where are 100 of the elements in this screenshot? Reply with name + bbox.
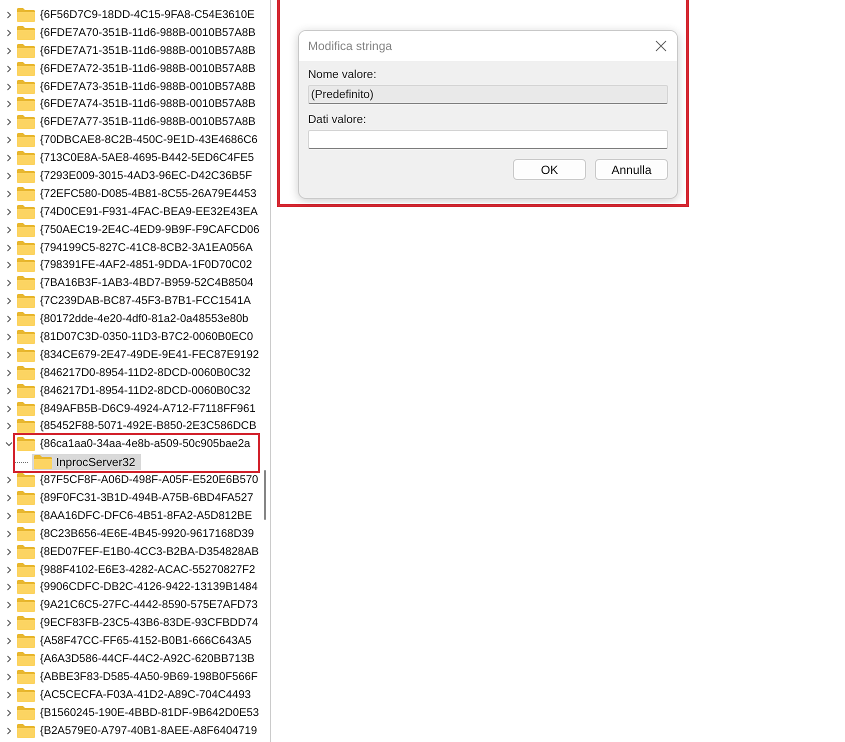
tree-item[interactable]: {A6A3D586-44CF-44C2-A92C-620BB713B [39, 653, 256, 665]
chevron-right-icon[interactable] [5, 512, 13, 520]
tree-item[interactable]: {81D07C3D-0350-11D3-B7C2-0060B0EC0 [39, 330, 254, 343]
tree-item[interactable]: {7293E009-3015-4AD3-96EC-D42C36B5F [39, 170, 254, 182]
tree-item[interactable]: {85452F88-5071-492E-B850-2E3C586DCB [39, 420, 258, 432]
chevron-right-icon[interactable] [5, 64, 13, 73]
chevron-right-icon[interactable] [5, 46, 13, 55]
chevron-right-icon[interactable] [5, 690, 13, 699]
chevron-right-icon[interactable] [5, 136, 13, 144]
tree-item[interactable]: {6FDE7A71-351B-11d6-988B-0010B57A8B [39, 44, 257, 57]
tree-item[interactable]: {6FDE7A77-351B-11d6-988B-0010B57A8B [39, 116, 257, 128]
tree-item[interactable]: {834CE679-2E47-49DE-9E41-FEC87E9192 [39, 348, 260, 361]
tree-item[interactable]: {74D0CE91-F931-4FAC-BEA9-EE32E43EA [39, 206, 259, 218]
chevron-right-icon[interactable] [5, 583, 13, 592]
tree-item[interactable]: {849AFB5B-D6C9-4924-A712-F7118FF961 [39, 402, 257, 415]
folder-icon [17, 724, 35, 738]
tree-item[interactable]: {86ca1aa0-34aa-4e8b-a509-50c905bae2a [39, 438, 252, 450]
chevron-right-icon[interactable] [5, 637, 13, 646]
chevron-right-icon[interactable] [5, 82, 13, 90]
tree-item[interactable]: {7BA16B3F-1AB3-4BD7-B959-52C4B8504 [39, 277, 254, 290]
chevron-right-icon[interactable] [5, 261, 13, 270]
dialog-button[interactable]: OK [513, 159, 586, 180]
folder-icon [17, 580, 35, 594]
chevron-right-icon[interactable] [5, 28, 13, 37]
tree-item[interactable]: {713C0E8A-5AE8-4695-B442-5ED6C4FE5 [39, 152, 255, 164]
tree-item[interactable]: {750AEC19-2E4C-4ED9-9B9F-F9CAFCD06 [39, 224, 260, 236]
tree-item[interactable]: {6FDE7A72-351B-11d6-988B-0010B57A8B [39, 62, 257, 75]
tree-item[interactable]: {8C23B656-4E6E-4B45-9920-9617168D39 [39, 528, 255, 540]
input-field[interactable] [308, 130, 668, 149]
chevron-right-icon[interactable] [5, 476, 13, 484]
chevron-right-icon[interactable] [5, 708, 13, 717]
chevron-right-icon[interactable] [5, 601, 13, 610]
chevron-right-icon[interactable] [5, 404, 13, 413]
tree-item[interactable]: {9ECF83FB-23C5-43B6-83DE-93CFBDD74 [39, 617, 260, 630]
chevron-right-icon[interactable] [5, 190, 13, 198]
tree-item[interactable]: {798391FE-4AF2-4851-9DDA-1F0D70C02 [39, 259, 254, 272]
chevron-right-icon[interactable] [5, 154, 13, 162]
tree-item[interactable]: {A58F47CC-FF65-4152-B0B1-666C643A5 [39, 635, 252, 648]
tree-item[interactable]: {9A21C6C5-27FC-4442-8590-575E7AFD73 [39, 599, 259, 612]
input-field[interactable]: (Predefinito) [308, 85, 668, 104]
tree-item[interactable]: {89F0FC31-3B1D-494B-A75B-6BD4FA527 [39, 492, 254, 504]
chevron-right-icon[interactable] [5, 368, 13, 377]
chevron-right-icon[interactable] [5, 566, 13, 574]
chevron-right-icon[interactable] [5, 172, 13, 180]
chevron-right-icon[interactable] [5, 672, 13, 681]
chevron-right-icon[interactable] [5, 315, 13, 324]
tree-item[interactable]: {846217D1-8954-11D2-8DCD-0060B0C32 [39, 384, 252, 397]
chevron-right-icon[interactable] [5, 548, 13, 556]
folder-icon [17, 508, 35, 523]
chevron-down-icon[interactable] [5, 440, 13, 448]
tree-item[interactable]: {70DBCAE8-8C2B-450C-9E1D-43E4686C6 [39, 134, 259, 146]
chevron-right-icon[interactable] [5, 279, 13, 288]
folder-icon [17, 294, 35, 308]
dialog-button[interactable]: Annulla [595, 159, 668, 180]
chevron-right-icon[interactable] [5, 332, 13, 341]
tree-item[interactable]: {846217D0-8954-11D2-8DCD-0060B0C32 [39, 366, 252, 379]
tree-item[interactable]: {6FDE7A70-351B-11d6-988B-0010B57A8B [39, 26, 257, 39]
chevron-right-icon[interactable] [5, 100, 13, 108]
chevron-right-icon[interactable] [5, 350, 13, 359]
tree-item[interactable]: {AC5CECFA-F03A-41D2-A89C-704C4493 [39, 688, 252, 701]
chevron-right-icon[interactable] [5, 208, 13, 216]
folder-icon [17, 419, 35, 434]
tree-item[interactable]: {7C239DAB-BC87-45F3-B7B1-FCC1541A [39, 295, 252, 308]
tree-item[interactable]: {B1560245-190E-4BBD-81DF-9B642D0E53 [39, 706, 260, 719]
chevron-right-icon[interactable] [5, 619, 13, 628]
tree-item[interactable]: {ABBE3F83-D585-4A50-9B69-198B0F566F [39, 670, 259, 683]
chevron-right-icon[interactable] [5, 494, 13, 502]
tree-item[interactable]: {8AA16DFC-DFC6-4B51-8FA2-A5D812BE [39, 510, 254, 522]
tree-item[interactable]: {794199C5-827C-41C8-8CB2-3A1EA056A [39, 242, 254, 254]
chevron-right-icon[interactable] [5, 726, 13, 735]
folder-icon [17, 384, 35, 398]
tree-item[interactable]: {87F5CF8F-A06D-498F-A05F-E520E6B570 [39, 474, 260, 486]
chevron-right-icon[interactable] [5, 244, 13, 252]
chevron-right-icon[interactable] [5, 422, 13, 430]
tree-item[interactable]: {B2A579E0-A797-40B1-8AEE-A8F6404719 [39, 724, 258, 737]
folder-icon [17, 330, 35, 344]
folder-icon [17, 8, 35, 22]
folder-icon [17, 222, 35, 237]
chevron-right-icon[interactable] [5, 10, 13, 19]
chevron-right-icon[interactable] [5, 118, 13, 126]
tree-item[interactable]: {9906CDFC-DB2C-4126-9422-13139B1484 [39, 581, 259, 594]
folder-icon [17, 115, 35, 130]
chevron-right-icon[interactable] [5, 297, 13, 306]
chevron-right-icon[interactable] [5, 226, 13, 234]
tree-item[interactable]: InprocServer32 [32, 454, 142, 470]
tree-item[interactable]: {72EFC580-D085-4B81-8C55-26A79E4453 [39, 188, 258, 200]
close-icon[interactable] [655, 40, 667, 52]
tree-item[interactable]: {6F56D7C9-18DD-4C15-9FA8-C54E3610E [39, 8, 256, 21]
chevron-right-icon[interactable] [5, 530, 13, 538]
folder-icon [17, 598, 35, 612]
chevron-right-icon[interactable] [5, 655, 13, 663]
field-label: Nome valore: [308, 69, 378, 81]
folder-icon [17, 634, 35, 648]
tree-item[interactable]: {6FDE7A73-351B-11d6-988B-0010B57A8B [39, 80, 257, 92]
tree-item[interactable]: {6FDE7A74-351B-11d6-988B-0010B57A8B [39, 98, 257, 110]
tree-item[interactable]: {80172dde-4e20-4df0-81a2-0a48553e80b [39, 313, 250, 326]
tree-item[interactable]: {8ED07FEF-E1B0-4CC3-B2BA-D354828AB [39, 546, 260, 558]
tree-item[interactable]: {988F4102-E6E3-4282-ACAC-55270827F2 [39, 564, 256, 576]
chevron-right-icon[interactable] [5, 386, 13, 395]
scrollbar-thumb[interactable] [264, 470, 266, 520]
